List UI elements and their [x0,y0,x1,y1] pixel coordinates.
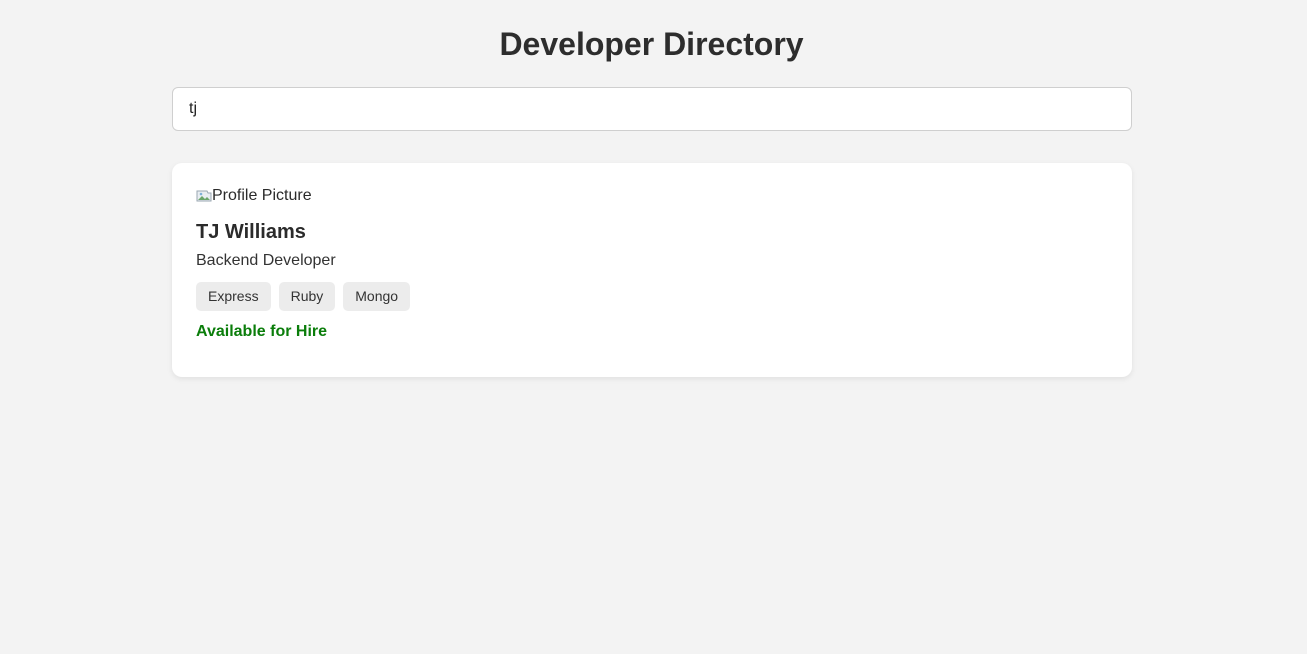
avatar-alt-text: Profile Picture [212,187,312,204]
search-input[interactable] [172,87,1132,131]
skill-tag: Ruby [278,282,336,311]
developer-role: Backend Developer [196,252,336,269]
developer-name: TJ Williams [196,221,306,243]
broken-image-icon [196,188,212,204]
page-title: Developer Directory [499,26,804,62]
avatar: Profile Picture [196,187,312,205]
availability-status: Available for Hire [196,323,328,340]
developer-card[interactable]: Profile Picture TJ Williams Backend Deve… [172,163,1132,377]
skill-tags: Express Ruby Mongo [196,282,411,311]
skill-tag: Express [196,282,271,311]
skill-tag: Mongo [343,282,411,311]
